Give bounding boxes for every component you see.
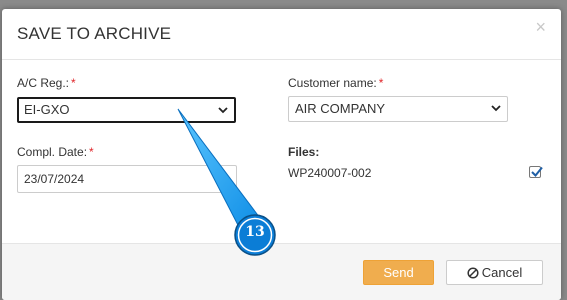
ac-reg-label-text: A/C Reg.: [17,76,70,90]
chevron-down-icon [491,105,501,112]
cancel-label: Cancel [481,265,523,280]
cancel-ban-icon [467,267,479,279]
close-icon[interactable]: × [535,18,546,36]
annotation-step-number: 13 [245,224,265,240]
ac-reg-select[interactable]: EI-GXO [17,97,236,123]
required-mark: * [89,145,94,159]
send-button[interactable]: Send [363,260,434,285]
compl-date-label: Compl. Date: * [17,145,94,159]
file-item-name: WP240007-002 [288,166,372,180]
compl-date-label-text: Compl. Date: [17,145,88,159]
required-mark: * [378,76,384,90]
checkmark-icon [531,166,543,177]
compl-date-value: 23/07/2024 [24,172,85,186]
required-mark: * [71,76,76,90]
compl-date-input[interactable]: 23/07/2024 [17,165,237,193]
chevron-down-icon [218,107,228,114]
ac-reg-label: A/C Reg.: * [17,76,76,90]
save-to-archive-dialog: SAVE TO ARCHIVE × A/C Reg.: * EI-GXO Cust… [2,9,561,300]
customer-name-value: AIR COMPANY [295,101,386,116]
dialog-footer: Send Cancel [2,243,561,300]
dialog-header: SAVE TO ARCHIVE × [2,9,561,60]
customer-name-select[interactable]: AIR COMPANY [288,96,508,122]
customer-name-label-text: Customer name: [288,76,377,90]
files-label: Files: [288,145,320,159]
dialog-title: SAVE TO ARCHIVE [17,24,172,43]
ac-reg-value: EI-GXO [24,102,70,117]
customer-name-label: Customer name: * [288,76,383,90]
cancel-button[interactable]: Cancel [446,260,543,285]
file-item-checkbox[interactable] [529,166,543,178]
